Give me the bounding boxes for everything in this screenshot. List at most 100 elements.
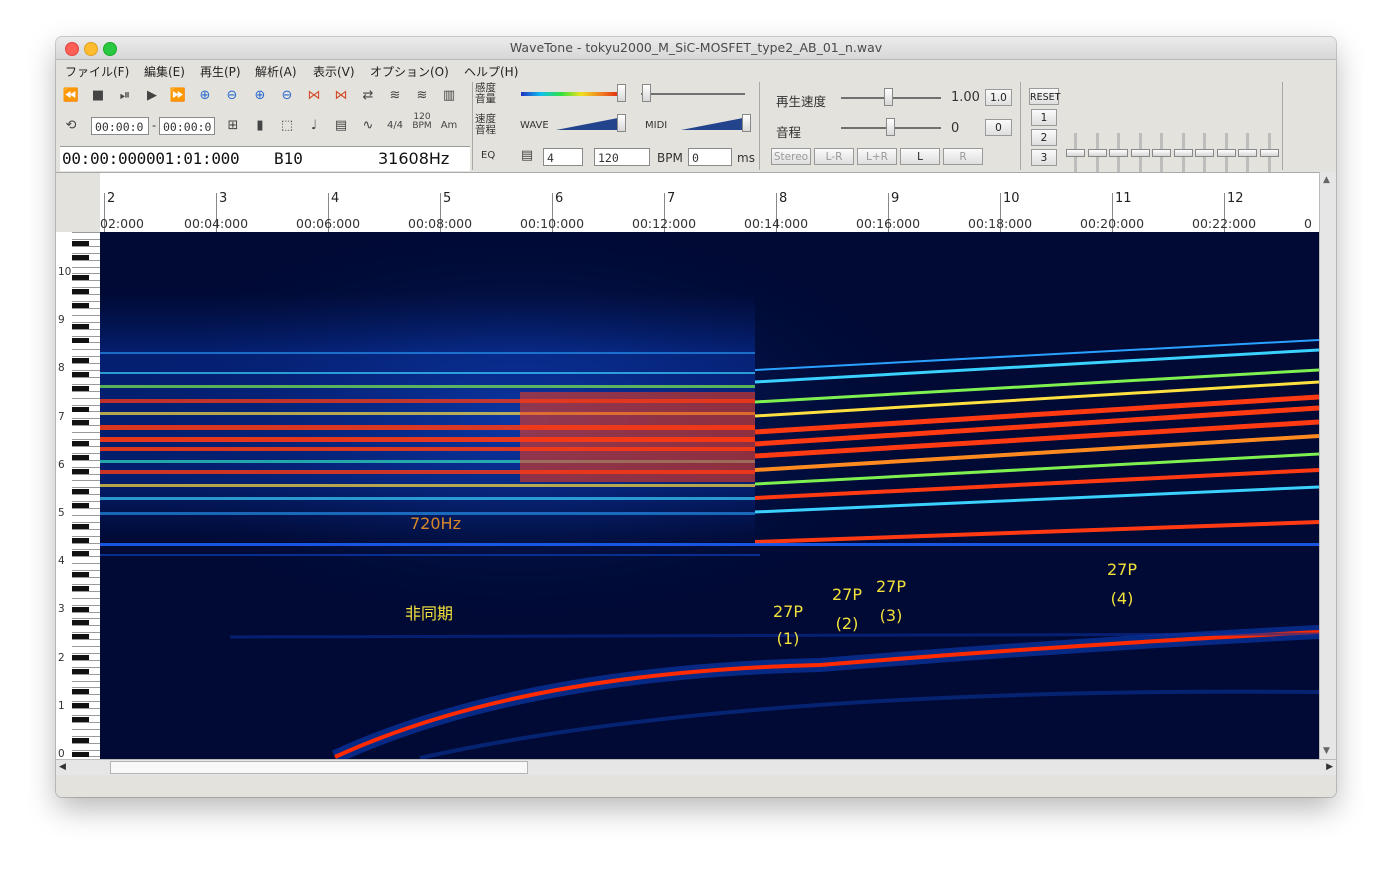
piano-black-key[interactable] — [72, 503, 89, 509]
piano-black-key[interactable] — [72, 240, 89, 246]
select-icon[interactable]: ⬚ — [276, 116, 298, 136]
piano-black-key[interactable] — [72, 441, 89, 446]
volume-slider-thumb[interactable] — [642, 84, 651, 102]
scroll-up-icon[interactable]: ▲ — [1323, 175, 1330, 185]
stop-icon[interactable]: ■ — [87, 86, 109, 106]
eq-thumb[interactable] — [1216, 149, 1236, 157]
piano-black-key[interactable] — [72, 275, 89, 281]
horizontal-scrollbar[interactable]: ◀ ▶ — [56, 759, 1336, 776]
timeline-ruler[interactable]: 2 3 4 5 6 7 8 9 10 11 12 02:000 00:04:000 00:06:000 00… — [100, 172, 1319, 233]
grid-icon[interactable]: ⊞ — [222, 116, 244, 136]
book-icon[interactable]: ▥ — [438, 86, 460, 106]
play-icon[interactable]: ▶ — [141, 86, 163, 106]
eq-thumb[interactable] — [1195, 149, 1214, 157]
piano-black-key[interactable] — [72, 523, 89, 529]
loop-start-field[interactable]: 00:00:0 — [91, 117, 149, 135]
rewind-icon[interactable]: ⏪ — [60, 86, 82, 106]
channel-l-button[interactable]: L — [900, 148, 940, 165]
wave-slider-thumb[interactable] — [617, 114, 626, 132]
midi-slider-thumb[interactable] — [742, 114, 751, 132]
piano-black-key[interactable] — [72, 358, 89, 364]
channel-l-minus-r-button[interactable]: L-R — [814, 148, 854, 165]
channel-r-button[interactable]: R — [943, 148, 983, 165]
eq-thumb[interactable] — [1109, 149, 1128, 157]
piano-black-key[interactable] — [72, 489, 89, 495]
piano-black-key[interactable] — [72, 620, 89, 626]
piano-black-key[interactable] — [72, 337, 89, 343]
vertical-scrollbar[interactable]: ▲ ▼ — [1319, 172, 1336, 759]
piano-black-key[interactable] — [72, 703, 89, 709]
meter-icon[interactable]: 4/4 — [384, 116, 406, 136]
scroll-left-icon[interactable]: ◀ — [59, 762, 66, 772]
piano-black-key[interactable] — [72, 689, 89, 695]
eq-thumb[interactable] — [1087, 149, 1107, 157]
zoom-in-vertical-icon[interactable]: ⊕ — [249, 86, 271, 106]
zoom-out-horizontal-icon[interactable]: ⊖ — [221, 86, 243, 106]
piano-black-key[interactable] — [72, 537, 89, 543]
piano-black-key[interactable] — [72, 254, 89, 260]
piano-black-key[interactable] — [72, 303, 89, 308]
piano-black-key[interactable] — [72, 654, 89, 660]
eq-preset-1-button[interactable]: 1 — [1031, 109, 1057, 126]
eq-preset-2-button[interactable]: 2 — [1031, 129, 1057, 146]
menu-options[interactable]: オプション(O) — [370, 63, 449, 80]
eq-thumb[interactable] — [1130, 149, 1150, 157]
eq-reset-button[interactable]: RESET — [1029, 88, 1060, 105]
speed-slider-thumb[interactable] — [884, 88, 893, 106]
channel-l-plus-r-button[interactable]: L+R — [857, 148, 897, 165]
piano-black-key[interactable] — [72, 717, 89, 722]
piano-black-key[interactable] — [72, 385, 89, 391]
piano-black-key[interactable] — [72, 372, 89, 377]
eq-thumb[interactable] — [1152, 149, 1171, 157]
note-icon[interactable]: ♩ — [303, 116, 325, 136]
pitch-slider-thumb[interactable] — [886, 118, 895, 136]
waveform-left-icon[interactable]: ≋ — [384, 86, 406, 106]
spectrogram-view[interactable]: 720Hz 非同期 27P (1) 27P (2) 27P (3) 27P (4… — [100, 222, 1320, 764]
beat-field[interactable]: 4 — [543, 148, 583, 166]
tempo-field[interactable]: 120 — [594, 148, 650, 166]
loop-end-field[interactable]: 00:00:0 — [159, 117, 215, 135]
waveform-right-icon[interactable]: ≋ — [411, 86, 433, 106]
chord-icon[interactable]: Am — [438, 116, 460, 136]
piano-keyboard[interactable]: 10 9 8 7 6 5 4 3 2 1 0 — [56, 232, 101, 759]
latency-field[interactable]: 0 — [688, 148, 732, 166]
eq-preset-3-button[interactable]: 3 — [1031, 149, 1057, 166]
piano-black-key[interactable] — [72, 606, 89, 612]
horizontal-scroll-thumb[interactable] — [110, 761, 528, 774]
piano-black-key[interactable] — [72, 420, 89, 426]
sensitivity-slider-thumb[interactable] — [617, 84, 626, 102]
speed-reset-button[interactable]: 1.0 — [985, 89, 1012, 106]
scroll-down-icon[interactable]: ▼ — [1323, 746, 1330, 756]
piano-black-key[interactable] — [72, 406, 89, 412]
pitch-reset-button[interactable]: 0 — [985, 119, 1012, 136]
zoom-out-vertical-icon[interactable]: ⊖ — [276, 86, 298, 106]
score-icon[interactable]: ▤ — [330, 116, 352, 136]
loop-icon[interactable]: ⟲ — [60, 116, 82, 136]
eq-thumb[interactable] — [1066, 149, 1085, 157]
piano-black-key[interactable] — [72, 572, 89, 578]
eq-thumb[interactable] — [1173, 149, 1193, 157]
eq-thumb[interactable] — [1238, 149, 1257, 157]
piano-black-key[interactable] — [72, 585, 89, 591]
menu-help[interactable]: ヘルプ(H) — [464, 63, 518, 80]
menu-view[interactable]: 表示(V) — [313, 63, 355, 80]
piano-black-key[interactable] — [72, 551, 89, 557]
marker-collapse-icon[interactable]: ⋈ — [330, 86, 352, 106]
metronome-icon[interactable]: ▮ — [249, 116, 271, 136]
volume-slider-track[interactable] — [641, 93, 745, 95]
piano-black-key[interactable] — [72, 751, 89, 757]
eq-thumb[interactable] — [1259, 149, 1279, 157]
piano-black-key[interactable] — [72, 737, 89, 743]
piano-black-key[interactable] — [72, 323, 89, 329]
fast-forward-icon[interactable]: ⏩ — [167, 86, 189, 106]
piano-black-key[interactable] — [72, 668, 89, 674]
marker-expand-icon[interactable]: ⋈ — [303, 86, 325, 106]
piano-black-key[interactable] — [72, 289, 89, 295]
menu-file[interactable]: ファイル(F) — [65, 63, 129, 80]
channel-stereo-button[interactable]: Stereo — [771, 148, 811, 165]
curve-icon[interactable]: ∿ — [357, 116, 379, 136]
menu-play[interactable]: 再生(P) — [200, 63, 241, 80]
beat-grid-icon[interactable]: ▤ — [516, 146, 538, 166]
piano-black-key[interactable] — [72, 468, 89, 474]
step-icon[interactable]: ⏯ — [114, 86, 136, 106]
